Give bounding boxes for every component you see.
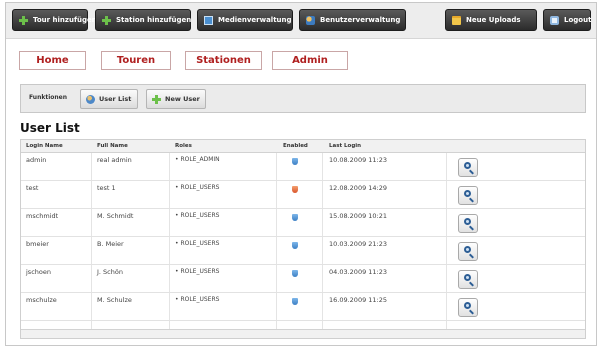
full-name-cell: B. Meier <box>97 240 124 248</box>
enabled-icon <box>292 242 298 249</box>
users-icon <box>306 15 315 25</box>
plus-icon <box>102 15 111 25</box>
login-name-cell: test <box>26 184 39 192</box>
logout-label: Logout <box>564 16 592 24</box>
login-name-cell: mschmidt <box>26 212 59 220</box>
magnifier-icon <box>464 218 471 225</box>
full-name-cell: M. Schmidt <box>97 212 134 220</box>
last-login-cell: 10.03.2009 21:23 <box>329 240 388 248</box>
login-name-cell: mschulze <box>26 296 57 304</box>
magnifier-icon <box>464 274 471 281</box>
role-cell: • ROLE_USERS <box>175 212 220 219</box>
user-list-label: User List <box>99 95 132 103</box>
functions-label: Funktionen <box>29 94 67 101</box>
full-name-cell: M. Schulze <box>97 296 132 304</box>
table-row: admin real admin • ROLE_ADMIN 10.08.2009… <box>21 153 585 181</box>
login-name-cell: bmeier <box>26 240 49 248</box>
plus-icon <box>152 94 161 104</box>
enabled-icon <box>292 214 298 221</box>
role-cell: • ROLE_USERS <box>175 240 220 247</box>
view-user-button[interactable] <box>458 242 478 261</box>
login-name-cell: jschoen <box>26 268 51 276</box>
table-header: Login Name Full Name Roles Enabled Last … <box>21 140 585 153</box>
top-toolbar: Tour hinzufügen Station hinzufügen Medie… <box>6 3 596 39</box>
enabled-icon <box>292 270 298 277</box>
logout-button[interactable]: Logout <box>543 9 591 31</box>
new-user-button[interactable]: New User <box>146 89 206 109</box>
column-header-login: Login Name <box>26 143 63 149</box>
disabled-icon <box>292 186 298 193</box>
media-management-label: Medienverwaltung <box>218 16 292 24</box>
app-window: Tour hinzufügen Station hinzufügen Medie… <box>5 2 597 346</box>
last-login-cell: 12.08.2009 14:29 <box>329 184 388 192</box>
enabled-icon <box>292 158 298 165</box>
full-name-cell: real admin <box>97 156 132 164</box>
functions-bar: Funktionen User List New User <box>20 84 586 113</box>
station-add-label: Station hinzufügen <box>116 16 192 24</box>
login-name-cell: admin <box>26 156 47 164</box>
last-login-cell: 16.09.2009 11:25 <box>329 296 388 304</box>
station-add-button[interactable]: Station hinzufügen <box>95 9 191 31</box>
tour-add-label: Tour hinzufügen <box>33 16 97 24</box>
user-list-button[interactable]: User List <box>80 89 138 109</box>
view-user-button[interactable] <box>458 214 478 233</box>
column-header-roles: Roles <box>175 143 192 149</box>
full-name-cell: test 1 <box>97 184 116 192</box>
table-footer <box>21 329 585 338</box>
magnifier-icon <box>464 190 471 197</box>
nav-admin[interactable]: Admin <box>272 51 348 70</box>
user-table: Login Name Full Name Roles Enabled Last … <box>20 139 586 339</box>
view-user-button[interactable] <box>458 298 478 317</box>
column-header-last-login: Last Login <box>329 143 362 149</box>
full-name-cell: J. Schön <box>97 268 123 276</box>
magnifier-icon <box>464 162 471 169</box>
magnifier-icon <box>464 302 471 309</box>
magnifier-icon <box>464 246 471 253</box>
column-header-full-name: Full Name <box>97 143 128 149</box>
table-row: test test 1 • ROLE_USERS 12.08.2009 14:2… <box>21 181 585 209</box>
user-management-button[interactable]: Benutzerverwaltung <box>299 9 406 31</box>
last-login-cell: 10.08.2009 11:23 <box>329 156 388 164</box>
role-cell: • ROLE_USERS <box>175 184 220 191</box>
role-cell: • ROLE_ADMIN <box>175 156 220 163</box>
lock-icon <box>550 15 559 25</box>
enabled-icon <box>292 298 298 305</box>
last-login-cell: 15.08.2009 10:21 <box>329 212 388 220</box>
table-row: mschmidt M. Schmidt • ROLE_USERS 15.08.2… <box>21 209 585 237</box>
view-user-button[interactable] <box>458 186 478 205</box>
new-uploads-label: Neue Uploads <box>466 16 521 24</box>
media-icon <box>204 15 213 25</box>
view-user-button[interactable] <box>458 270 478 289</box>
media-management-button[interactable]: Medienverwaltung <box>197 9 293 31</box>
column-header-enabled: Enabled <box>283 143 308 149</box>
view-user-button[interactable] <box>458 158 478 177</box>
tour-add-button[interactable]: Tour hinzufügen <box>12 9 97 31</box>
role-cell: • ROLE_USERS <box>175 268 220 275</box>
nav-tours[interactable]: Touren <box>101 51 171 70</box>
nav-home[interactable]: Home <box>19 51 86 70</box>
new-user-label: New User <box>165 95 200 103</box>
nav-stations[interactable]: Stationen <box>185 51 262 70</box>
table-row: jschoen J. Schön • ROLE_USERS 04.03.2009… <box>21 265 585 293</box>
last-login-cell: 04.03.2009 11:23 <box>329 268 388 276</box>
table-row: bmeier B. Meier • ROLE_USERS 10.03.2009 … <box>21 237 585 265</box>
folder-icon <box>452 15 461 25</box>
user-list-icon <box>86 94 95 104</box>
page-title: User List <box>20 121 80 135</box>
user-management-label: Benutzerverwaltung <box>320 16 401 24</box>
new-uploads-button[interactable]: Neue Uploads <box>445 9 537 31</box>
table-row: mschulze M. Schulze • ROLE_USERS 16.09.2… <box>21 293 585 321</box>
role-cell: • ROLE_USERS <box>175 296 220 303</box>
plus-icon <box>19 15 28 25</box>
